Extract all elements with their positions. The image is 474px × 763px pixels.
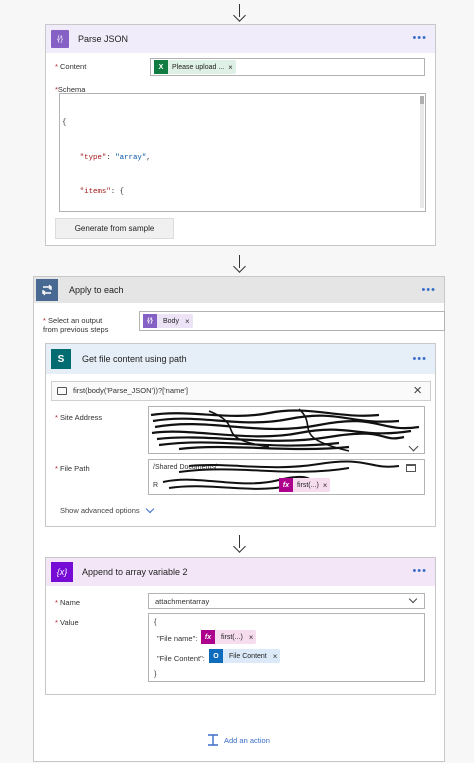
apply-to-each-menu-button[interactable]: ••• [421, 285, 436, 296]
body-token[interactable]: {∕} Body × [143, 314, 193, 328]
parse-json-menu-button[interactable]: ••• [412, 33, 427, 44]
get-file-content-card: S Get file content using path ••• first(… [45, 343, 436, 527]
remove-token-icon[interactable]: × [249, 633, 257, 642]
get-file-content-title: Get file content using path [82, 354, 187, 364]
append-to-array-title: Append to array variable 2 [82, 567, 188, 577]
remove-token-icon[interactable]: × [228, 63, 236, 72]
apply-to-each-header[interactable]: Apply to each [34, 277, 444, 303]
get-file-content-header[interactable]: S Get file content using path [46, 344, 435, 374]
value-close-brace: } [154, 669, 157, 678]
value-label: * Value [55, 618, 79, 627]
file-name-key: "File name": [157, 634, 198, 643]
expression-bar[interactable]: first(body('Parse_JSON'))?['name'] × [51, 381, 431, 401]
content-token[interactable]: X Please upload ... × [154, 60, 236, 74]
add-an-action-label: Add an action [224, 735, 270, 745]
parse-json-header[interactable]: {∕} Parse JSON [46, 25, 435, 53]
append-to-array-card: {x} Append to array variable 2 ••• * Nam… [45, 557, 436, 695]
select-output-label: * Select an output from previous steps [43, 316, 109, 334]
get-file-content-menu-button[interactable]: ••• [412, 354, 427, 365]
sharepoint-icon: S [51, 349, 71, 369]
apply-to-each-title: Apply to each [69, 285, 124, 295]
content-label: * Content [55, 62, 87, 71]
chevron-down-icon [145, 504, 154, 514]
show-advanced-options-link[interactable]: Show advanced options [60, 504, 154, 515]
expression-text: first(body('Parse_JSON'))?['name'] [73, 386, 188, 395]
schema-editor[interactable]: { "type": "array", "items": { "type": "o… [59, 93, 426, 212]
outlook-icon: O [209, 649, 223, 663]
schema-line: { [62, 119, 67, 127]
variable-icon: {x} [51, 562, 73, 582]
excel-icon: X [154, 60, 168, 74]
file-content-key: "File Content": [157, 654, 205, 663]
loop-icon [36, 279, 58, 301]
schema-code: { "type": "array", "items": { "type": "o… [62, 95, 204, 211]
schema-line: "type": "array", [62, 153, 151, 162]
file-path-field[interactable]: /Shared Documents/ R fx first(...) × [148, 459, 425, 495]
select-output-field[interactable]: {∕} Body × [139, 311, 445, 331]
first-token[interactable]: fx first(...) × [201, 630, 257, 644]
name-dropdown[interactable]: attachmentarray [148, 593, 425, 609]
expression-icon: fx [279, 478, 293, 492]
first-token[interactable]: fx first(...) × [279, 478, 331, 492]
remove-token-icon[interactable]: × [323, 481, 331, 490]
add-an-action-button[interactable]: Add an action [207, 734, 270, 746]
parse-json-title: Parse JSON [78, 34, 129, 44]
remove-token-icon[interactable]: × [185, 317, 193, 326]
redaction-scribble [150, 408, 420, 452]
remove-token-icon[interactable]: × [273, 652, 281, 661]
site-address-field[interactable] [148, 406, 425, 454]
flow-arrow-top [233, 4, 247, 22]
folder-icon[interactable] [406, 464, 416, 472]
parse-json-card: {∕} Parse JSON ••• * Content X Please up… [45, 24, 436, 246]
comment-icon [57, 387, 67, 395]
value-field[interactable]: { "File name": fx first(...) × "File Con… [148, 613, 425, 682]
parse-json-icon: {∕} [51, 30, 69, 48]
file-path-label: * File Path [55, 464, 90, 473]
name-label: * Name [55, 598, 81, 607]
append-to-array-menu-button[interactable]: ••• [412, 566, 427, 577]
name-value: attachmentarray [155, 597, 210, 606]
site-address-label: * Site Address [55, 413, 103, 422]
chevron-down-icon [408, 594, 418, 604]
flow-arrow [233, 535, 247, 553]
flow-arrow [233, 255, 247, 273]
append-to-array-header[interactable]: {x} Append to array variable 2 [46, 558, 435, 586]
generate-from-sample-button[interactable]: Generate from sample [55, 218, 174, 239]
value-open-brace: { [154, 617, 157, 626]
schema-scrollbar-thumb[interactable] [420, 96, 424, 104]
schema-line: "items": { [62, 188, 125, 196]
schema-scrollbar[interactable] [420, 96, 424, 208]
expression-icon: fx [201, 630, 215, 644]
content-field[interactable]: X Please upload ... × [150, 58, 425, 76]
file-content-token[interactable]: O File Content × [209, 649, 281, 663]
parse-json-token-icon: {∕} [143, 314, 157, 328]
close-icon[interactable]: × [413, 382, 422, 400]
add-action-icon [208, 734, 218, 746]
